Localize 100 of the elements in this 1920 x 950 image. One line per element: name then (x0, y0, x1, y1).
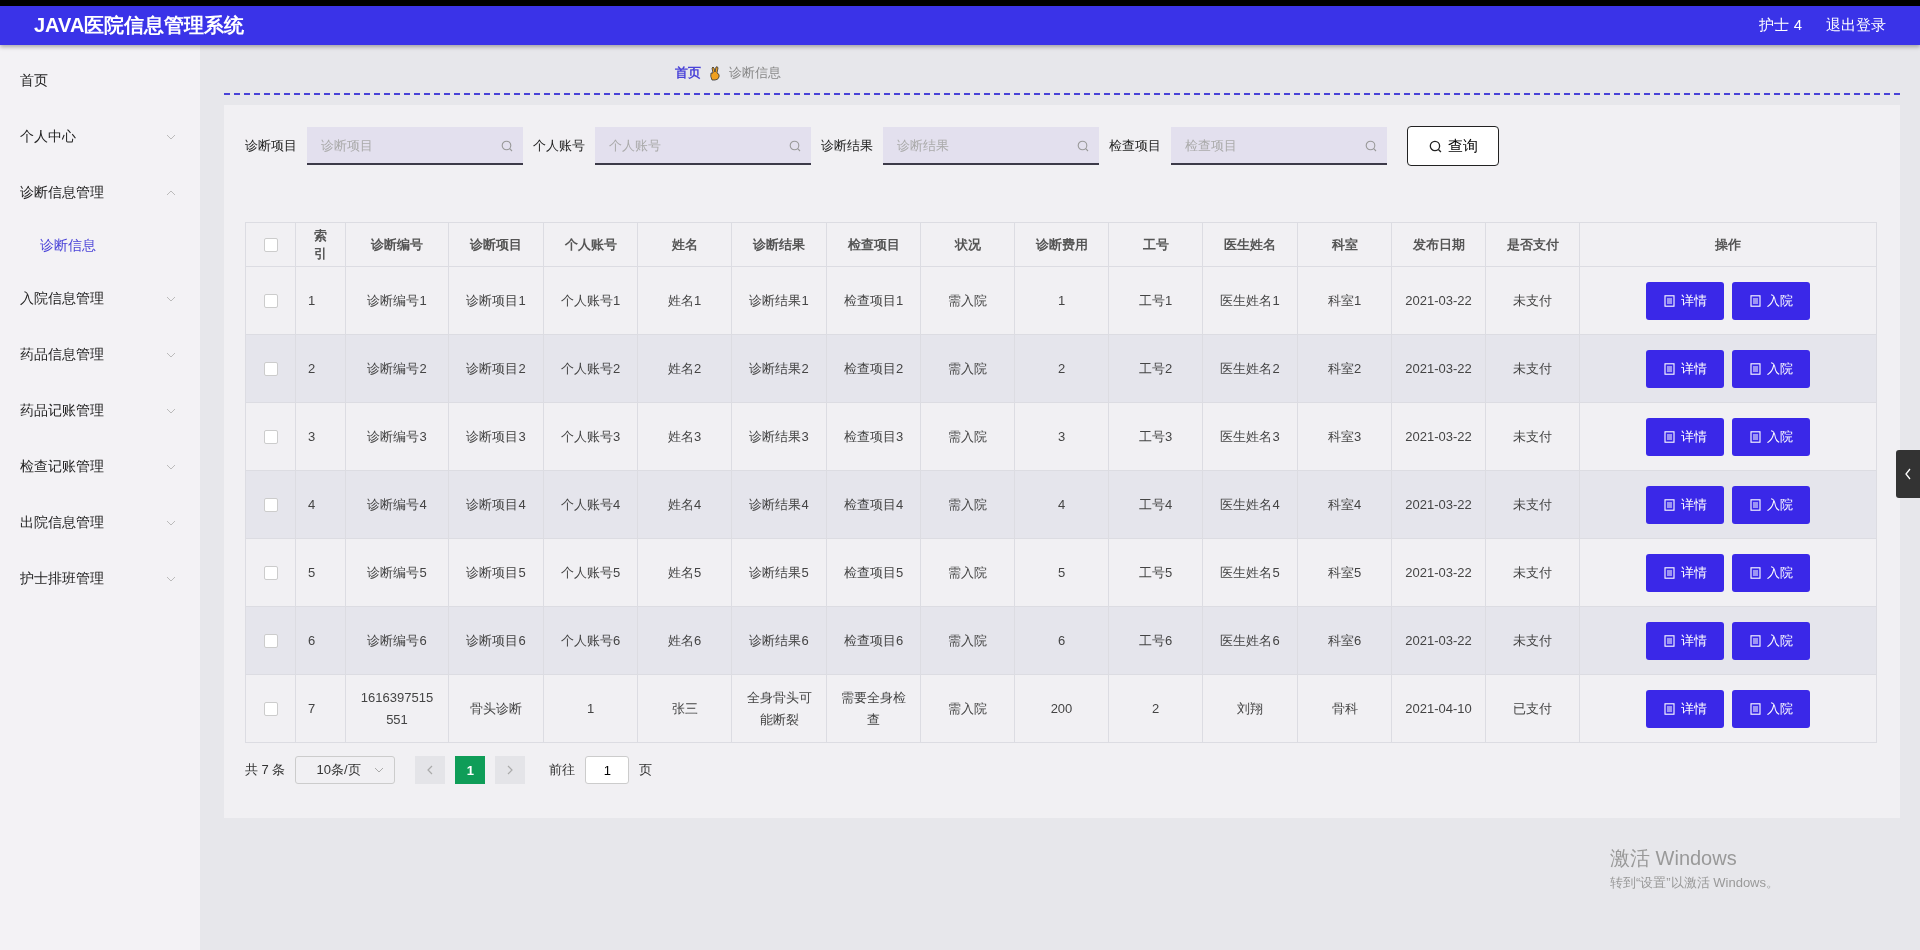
document-icon (1663, 430, 1675, 443)
document-icon (1663, 498, 1675, 511)
search-field[interactable]: 检查项目 (1171, 127, 1387, 165)
action-button[interactable]: 详情 (1646, 417, 1724, 456)
action-button[interactable]: 入院 (1732, 689, 1810, 728)
checkbox[interactable] (263, 566, 278, 581)
menu-item[interactable]: 出院信息管理 (0, 495, 200, 551)
table-cell: 医生姓名5 (1202, 538, 1298, 607)
table-cell: 工号3 (1108, 402, 1203, 471)
document-icon (1749, 634, 1761, 647)
table-cell: 5 (1014, 538, 1109, 607)
action-button[interactable]: 详情 (1646, 485, 1724, 524)
document-icon (1749, 498, 1761, 511)
column-header: 检查项目 (826, 222, 921, 267)
search-field[interactable]: 诊断结果 (883, 127, 1099, 165)
action-button[interactable]: 入院 (1732, 621, 1810, 660)
document-icon (1749, 294, 1761, 307)
menu-item[interactable]: 药品信息管理 (0, 327, 200, 383)
column-header: 姓名 (637, 222, 732, 267)
checkbox[interactable] (263, 294, 278, 309)
table-cell: 骨科 (1297, 674, 1392, 743)
field-label: 诊断项目 (245, 137, 297, 155)
checkbox[interactable] (263, 430, 278, 445)
table-cell: 未支付 (1485, 334, 1580, 403)
menu-item[interactable]: 检查记账管理 (0, 439, 200, 495)
table-cell: 未支付 (1485, 606, 1580, 675)
menu-item[interactable]: 药品记账管理 (0, 383, 200, 439)
table-cell: 2 (295, 334, 346, 403)
column-header: 是否支付 (1485, 222, 1580, 267)
table-cell: 科室6 (1297, 606, 1392, 675)
table-cell: 检查项目1 (826, 266, 921, 335)
table-cell: 已支付 (1485, 674, 1580, 743)
table-cell: 科室5 (1297, 538, 1392, 607)
checkbox[interactable] (263, 362, 278, 377)
menu-item[interactable]: 诊断信息管理 (0, 165, 200, 221)
chevron-down-icon (166, 576, 176, 582)
table-cell: 3 (295, 402, 346, 471)
submenu-item[interactable]: 诊断信息 (0, 221, 200, 271)
table-cell: 姓名4 (637, 470, 732, 539)
document-icon (1663, 566, 1675, 579)
chevron-left-icon (1904, 468, 1912, 480)
query-button[interactable]: 查询 (1407, 126, 1499, 166)
table-cell: 2021-03-22 (1391, 606, 1486, 675)
table-cell: 诊断结果4 (731, 470, 827, 539)
checkbox[interactable] (263, 702, 278, 717)
search-icon (1428, 139, 1442, 153)
table-cell: 需要全身检查 (826, 674, 921, 743)
search-field[interactable]: 个人账号 (595, 127, 811, 165)
table-cell: 科室3 (1297, 402, 1392, 471)
menu-item[interactable]: 护士排班管理 (0, 551, 200, 607)
menu-item[interactable]: 首页 (0, 53, 200, 109)
next-page-button[interactable] (495, 756, 526, 784)
search-field[interactable]: 诊断项目 (307, 127, 523, 165)
action-button[interactable]: 详情 (1646, 281, 1724, 320)
checkbox[interactable] (263, 238, 278, 253)
chevron-down-icon (166, 134, 176, 140)
table-cell: 姓名1 (637, 266, 732, 335)
checkbox[interactable] (263, 634, 278, 649)
total-count: 共 7 条 (245, 761, 286, 779)
table-cell: 诊断结果6 (731, 606, 827, 675)
breadcrumb-link[interactable]: 首页 (675, 64, 701, 82)
document-icon (1749, 702, 1761, 715)
table-cell: 检查项目2 (826, 334, 921, 403)
action-button[interactable]: 详情 (1646, 349, 1724, 388)
column-header: 诊断费用 (1014, 222, 1109, 267)
page-size-select[interactable]: 10条/页 (295, 756, 396, 784)
side-handle[interactable] (1896, 450, 1920, 498)
field-label: 检查项目 (1109, 137, 1161, 155)
chevron-down-icon (166, 352, 176, 358)
table-cell: 需入院 (920, 266, 1015, 335)
table-cell: 张三 (637, 674, 732, 743)
table-cell: 诊断项目5 (448, 538, 544, 607)
action-button[interactable]: 入院 (1732, 485, 1810, 524)
action-button[interactable]: 入院 (1732, 281, 1810, 320)
page-button[interactable]: 1 (455, 756, 486, 784)
table-cell: 1 (295, 266, 346, 335)
search-icon (501, 140, 513, 152)
table-cell: 7 (295, 674, 346, 743)
document-icon (1749, 566, 1761, 579)
action-button[interactable]: 入院 (1732, 417, 1810, 456)
action-button[interactable]: 详情 (1646, 621, 1724, 660)
hand-icon (709, 65, 721, 81)
checkbox[interactable] (263, 498, 278, 513)
table-cell: 个人账号1 (543, 266, 638, 335)
table-cell: 4 (1014, 470, 1109, 539)
table-cell: 检查项目3 (826, 402, 921, 471)
action-button[interactable]: 详情 (1646, 689, 1724, 728)
action-button[interactable]: 入院 (1732, 349, 1810, 388)
table-cell: 科室1 (1297, 266, 1392, 335)
menu-item[interactable]: 个人中心 (0, 109, 200, 165)
field-label: 个人账号 (533, 137, 585, 155)
previous-page-button[interactable] (415, 756, 446, 784)
table-cell: 2 (1108, 674, 1203, 743)
table-cell: 个人账号3 (543, 402, 638, 471)
menu-item[interactable]: 入院信息管理 (0, 271, 200, 327)
action-button[interactable]: 入院 (1732, 553, 1810, 592)
logout-link[interactable]: 退出登录 (1826, 16, 1886, 35)
table-cell: 姓名5 (637, 538, 732, 607)
goto-page-field[interactable]: 1 (585, 756, 630, 784)
action-button[interactable]: 详情 (1646, 553, 1724, 592)
